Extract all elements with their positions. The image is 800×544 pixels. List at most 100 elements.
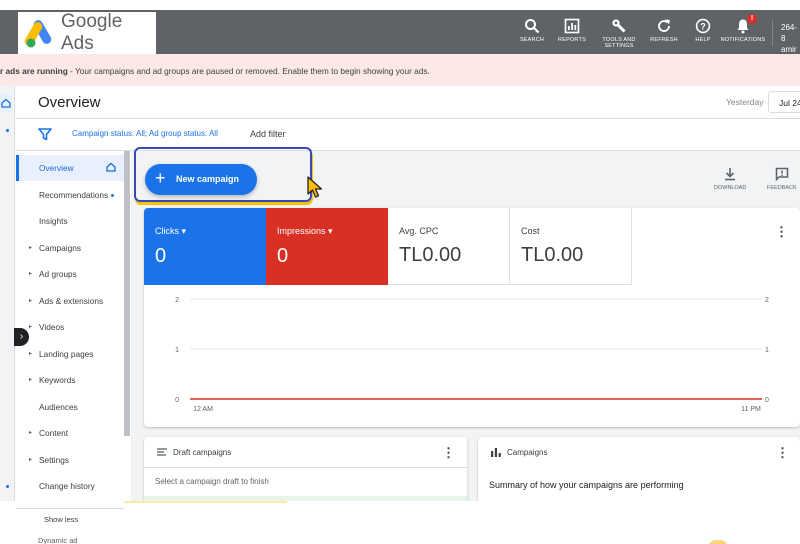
metric-clicks[interactable]: Clicks ▾ 0: [144, 208, 266, 285]
more-options-icon[interactable]: ⋮: [442, 446, 455, 459]
y-tick-label-left: 2: [175, 297, 179, 304]
dropdown-arrow-icon: ▾: [328, 226, 333, 236]
filter-status-text[interactable]: Campaign status: All; Ad group status: A…: [72, 129, 218, 138]
sidebar-item-label: Videos: [39, 322, 65, 332]
plus-icon: +: [155, 168, 166, 188]
more-options-icon[interactable]: ⋮: [775, 225, 788, 238]
draft-card-title: Draft campaigns: [173, 448, 232, 457]
nav-scrollbar[interactable]: [124, 151, 130, 436]
campaigns-card: Campaigns ⋮ Summary of how your campaign…: [478, 437, 800, 507]
sidebar-item[interactable]: Change history: [16, 473, 124, 499]
campaigns-card-title: Campaigns: [507, 448, 548, 457]
sidebar-item[interactable]: ▸ Landing pages: [16, 341, 124, 367]
help-label: HELP: [695, 37, 711, 43]
show-less-button[interactable]: Show less: [16, 508, 124, 530]
search-icon: [525, 19, 540, 34]
expand-caret-icon: ▸: [29, 244, 33, 251]
top-bar: Google Ads SEARCH REPORTS TOOLS AND SETT…: [0, 10, 800, 54]
filter-icon[interactable]: [38, 127, 52, 141]
list-icon: [157, 448, 167, 456]
reports-label: REPORTS: [558, 37, 586, 43]
feedback-icon: [775, 167, 789, 181]
sidebar-item-label: Landing pages: [39, 348, 94, 359]
sidebar-item-label: Recommendations: [39, 189, 109, 200]
notifications-button[interactable]: ! NOTIFICATIONS: [717, 14, 769, 43]
logo-text: Google Ads: [61, 11, 123, 54]
refresh-label: REFRESH: [650, 37, 678, 43]
metric-impressions-value: 0: [277, 245, 289, 267]
reports-icon: [564, 18, 580, 34]
sidebar-item[interactable]: ▸ Content: [16, 420, 124, 446]
toolbar-divider: [772, 20, 773, 46]
dropdown-arrow-icon: ▾: [181, 226, 187, 236]
y-tick-label-left: 1: [175, 347, 179, 354]
filter-bar: Campaign status: All; Ad group status: A…: [16, 119, 800, 151]
x-tick-label: 12 AM: [193, 406, 213, 413]
download-label: DOWNLOAD: [714, 185, 747, 191]
add-filter-button[interactable]: Add filter: [250, 129, 286, 139]
y-tick-label-right: 2: [765, 297, 769, 304]
date-range-picker[interactable]: Jul 24: [768, 91, 800, 113]
sidebar-item[interactable]: ▸ Campaigns: [16, 235, 124, 261]
page-header: Overview Yesterday Jul 24: [16, 86, 800, 119]
date-range-label: Yesterday: [726, 97, 764, 107]
more-options-icon[interactable]: ⋮: [776, 446, 789, 459]
sidebar-item[interactable]: ▸ Ads & extensions: [16, 288, 124, 314]
account-info[interactable]: 264-8 amir: [781, 22, 800, 55]
performance-chart: 2 2 1 1 0 0 12 AM 11 PM: [175, 297, 769, 413]
expand-caret-icon: ▸: [29, 297, 33, 304]
svg-text:?: ?: [700, 22, 706, 32]
reports-button[interactable]: REPORTS: [546, 18, 598, 43]
feedback-label: FEEDBACK: [767, 185, 797, 191]
home-icon: [106, 162, 116, 172]
new-campaign-label: New campaign: [176, 174, 240, 184]
draft-campaigns-card: Draft campaigns ⋮ Select a campaign draf…: [144, 437, 467, 507]
sidebar-item[interactable]: ▸ Settings: [16, 447, 124, 473]
y-tick-label-right: 1: [765, 347, 769, 354]
mouse-cursor-icon: [307, 176, 323, 198]
metric-impressions[interactable]: Impressions ▾ 0: [266, 208, 388, 285]
sidebar-item[interactable]: Overview: [16, 155, 124, 181]
sidebar-item-label: Audiences: [39, 401, 78, 412]
performance-card: Clicks ▾ 0 Impressions ▾ 0 Avg. CPC TL0.…: [144, 208, 800, 427]
refresh-icon: [658, 19, 670, 32]
sidebar-item-label: Settings: [39, 454, 69, 465]
expand-caret-icon: ▸: [29, 430, 33, 436]
sidebar-item[interactable]: ▸ Videos: [16, 314, 124, 340]
divider: [144, 467, 467, 468]
accent-line: [124, 501, 287, 503]
metric-cost[interactable]: Cost TL0.00: [510, 208, 632, 285]
bar-chart-icon: [491, 448, 501, 457]
sidebar-item[interactable]: Insights: [16, 208, 124, 234]
sidebar-item[interactable]: ▸ Keywords: [16, 367, 124, 393]
sidebar-item-label: Campaigns: [39, 242, 81, 253]
banner-text: - Your campaigns and ad groups are pause…: [67, 66, 430, 76]
sidebar-item-label: Overview: [39, 163, 74, 173]
campaigns-card-text: Summary of how your campaigns are perfor…: [489, 480, 684, 490]
sidebar-item-label: Ad groups: [39, 269, 77, 279]
sidebar-item-label: Change history: [39, 481, 95, 491]
left-rail: [0, 86, 15, 501]
new-campaign-button[interactable]: + New campaign: [145, 164, 257, 195]
notifications-label: NOTIFICATIONS: [720, 37, 766, 43]
feedback-button[interactable]: FEEDBACK: [767, 167, 797, 191]
metric-clicks-value: 0: [155, 245, 167, 267]
metric-clicks-label: Clicks: [155, 226, 179, 236]
show-less-label: Show less: [44, 515, 79, 524]
google-ads-logo[interactable]: Google Ads: [18, 11, 156, 54]
metric-avg-cpc-label: Avg. CPC: [399, 226, 439, 236]
metric-cost-label: Cost: [521, 226, 540, 236]
sidebar-item[interactable]: Recommendations: [16, 182, 124, 208]
sidebar-item[interactable]: ▸ Ad groups: [16, 261, 124, 287]
chevron-right-icon: ›: [19, 331, 24, 342]
sidebar-item-label: Insights: [39, 216, 68, 226]
wrench-icon: [612, 19, 626, 33]
search-label: SEARCH: [519, 37, 545, 43]
nav-item-dynamic-ad[interactable]: Dynamic ad: [38, 536, 78, 544]
sidebar-item[interactable]: Audiences: [16, 394, 124, 420]
metric-avg-cpc[interactable]: Avg. CPC TL0.00: [388, 208, 510, 285]
download-button[interactable]: DOWNLOAD: [714, 167, 746, 191]
metric-cost-value: TL0.00: [521, 244, 584, 266]
account-id: 264-8: [781, 23, 798, 43]
rail-home-button[interactable]: [0, 94, 12, 112]
